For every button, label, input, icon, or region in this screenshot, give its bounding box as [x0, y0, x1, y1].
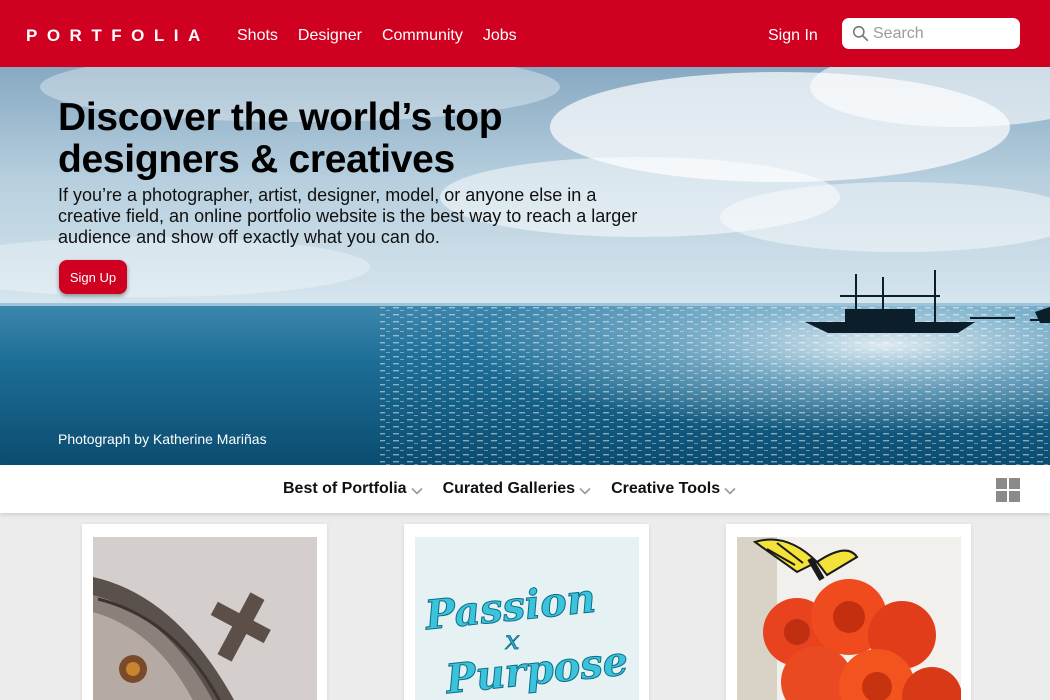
hero-banner: Discover the world’s top designers & cre…: [0, 67, 1050, 465]
subnav-curated-galleries[interactable]: Curated Galleries: [443, 480, 592, 498]
nav-shots[interactable]: Shots: [237, 27, 278, 45]
sign-up-button[interactable]: Sign Up: [59, 260, 127, 294]
top-navbar: PORTFOLIA Shots Designer Community Jobs …: [0, 0, 1050, 67]
search-box[interactable]: [842, 18, 1020, 49]
brand-logo[interactable]: PORTFOLIA: [26, 26, 210, 46]
search-icon: [852, 25, 869, 42]
cross-on-stone-photo: [93, 537, 317, 700]
chevron-down-icon: [579, 487, 591, 495]
card-thumbnail[interactable]: [737, 537, 961, 700]
nav-jobs[interactable]: Jobs: [483, 27, 517, 45]
butterfly-on-roses-photo: [737, 537, 961, 700]
photo-credit: Photograph by Katherine Mariñas: [58, 431, 267, 447]
category-subnav: Best of Portfolia Curated Galleries Crea…: [0, 465, 1050, 513]
chevron-down-icon: [410, 487, 423, 495]
subnav-best-of-portfolia[interactable]: Best of Portfolia: [283, 480, 423, 498]
hero-description: If you’re a photographer, artist, design…: [58, 185, 638, 247]
card-thumbnail[interactable]: [93, 537, 317, 700]
nav-designer[interactable]: Designer: [298, 27, 362, 45]
chevron-down-icon: [724, 487, 736, 495]
gallery-card[interactable]: [726, 524, 971, 700]
gallery-card[interactable]: [82, 524, 327, 700]
nav-community[interactable]: Community: [382, 27, 463, 45]
subnav-creative-tools[interactable]: Creative Tools: [611, 480, 736, 498]
passion-purpose-lettering: Passion x Purpose: [415, 537, 639, 700]
sign-in-link[interactable]: Sign In: [768, 27, 818, 45]
subnav-label: Curated Galleries: [442, 480, 576, 497]
subnav-label: Best of Portfolia: [283, 480, 407, 497]
primary-nav: Shots Designer Community Jobs: [237, 27, 517, 45]
gallery-card[interactable]: Passion x Purpose: [404, 524, 649, 700]
grid-view-icon[interactable]: [996, 478, 1020, 502]
search-input[interactable]: [873, 24, 1013, 43]
subnav-label: Creative Tools: [611, 480, 721, 497]
card-thumbnail[interactable]: Passion x Purpose: [415, 537, 639, 700]
hero-title: Discover the world’s top designers & cre…: [58, 96, 503, 181]
